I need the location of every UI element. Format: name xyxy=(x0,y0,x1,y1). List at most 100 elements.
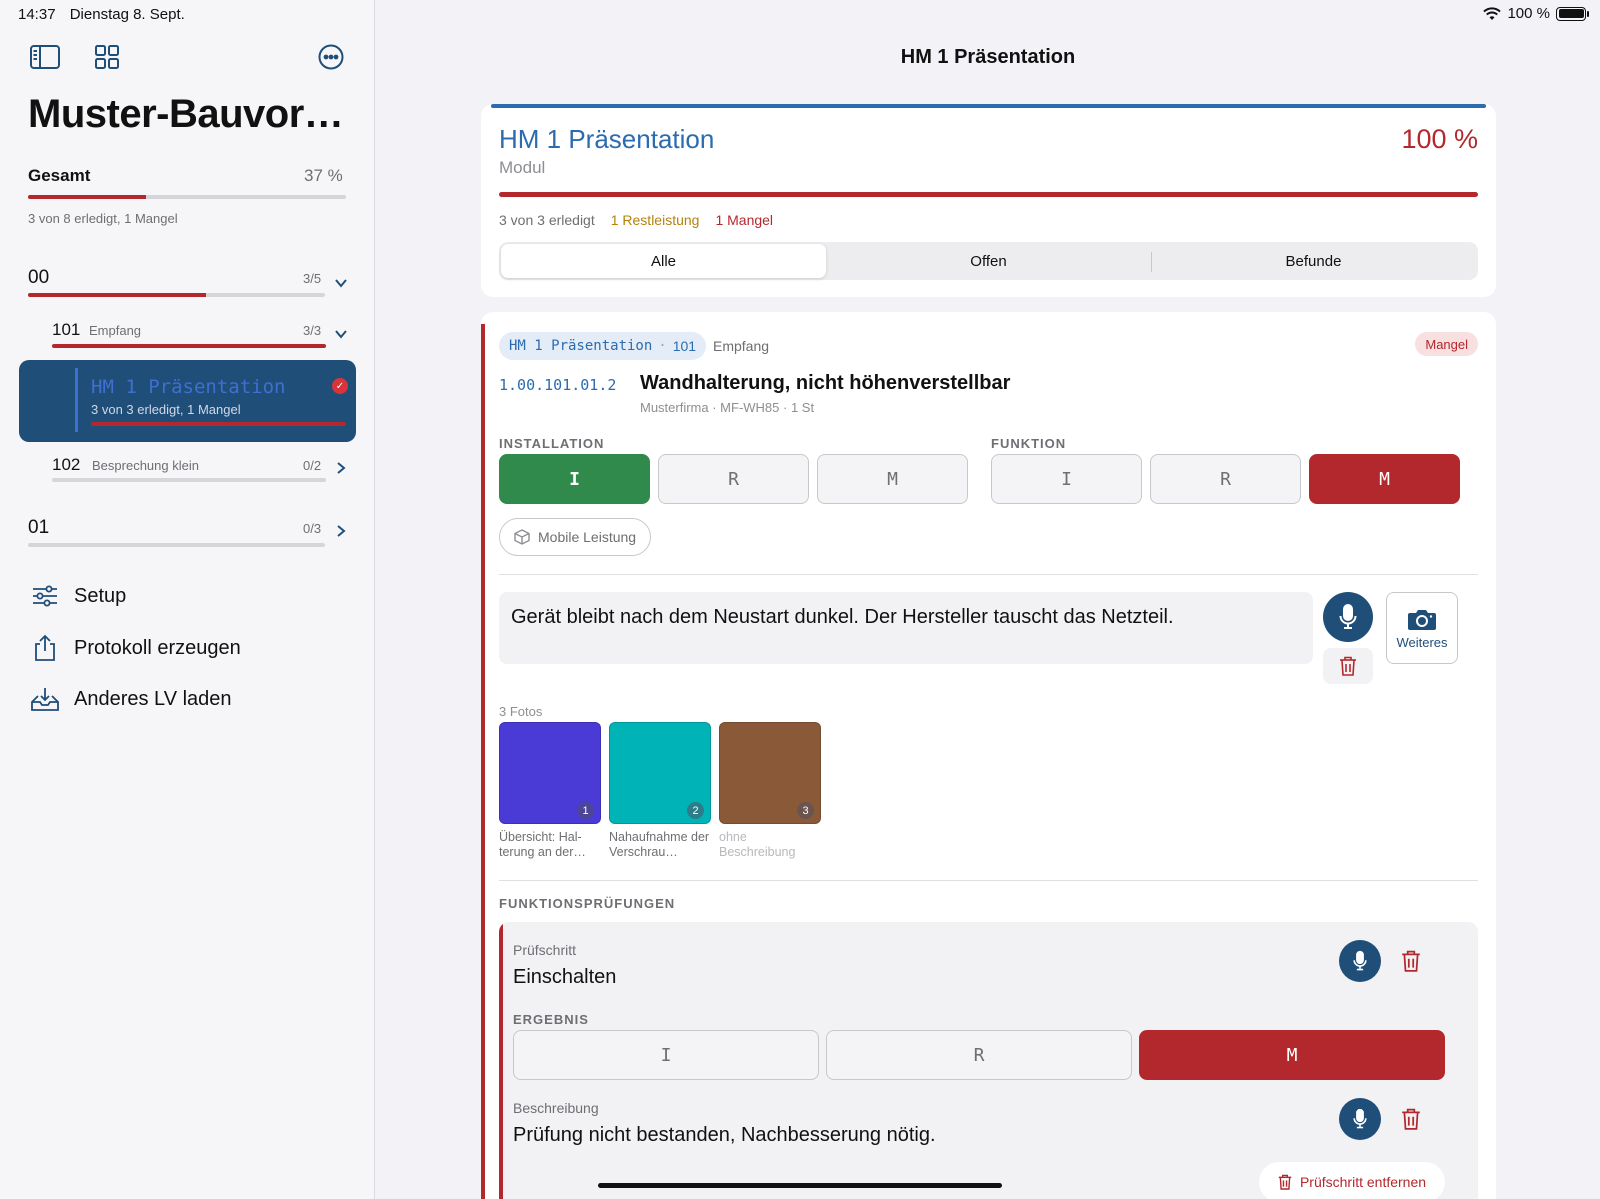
installation-label: INSTALLATION xyxy=(499,436,605,451)
home-indicator[interactable] xyxy=(598,1183,1002,1188)
stat-rest: 1 Restleistung xyxy=(610,212,700,228)
microphone-icon xyxy=(1339,604,1357,629)
breadcrumb-pill[interactable]: HM 1 Präsentation · 101 xyxy=(499,332,707,360)
active-item-name: HM 1 Präsentation xyxy=(91,376,286,398)
more-media-label: Weiteres xyxy=(1396,634,1448,650)
chevron-down-icon[interactable] xyxy=(334,276,348,290)
grid-icon[interactable] xyxy=(92,44,122,70)
step-label: Prüfschritt xyxy=(513,942,577,958)
cube-icon xyxy=(514,529,530,545)
battery-icon xyxy=(1556,6,1589,21)
step-value[interactable]: Einschalten xyxy=(513,966,616,989)
funktion-m-button[interactable]: M xyxy=(1309,454,1460,504)
stat-defects: 1 Mangel xyxy=(715,212,774,228)
tray-download-icon xyxy=(30,685,60,713)
sidebar: 14:37 Dienstag 8. Sept. Muster-Bauvor… G… xyxy=(0,0,375,1199)
subgroup-102-code[interactable]: 102 xyxy=(52,455,80,475)
description-label: Beschreibung xyxy=(513,1100,599,1116)
segment-findings[interactable]: Befunde xyxy=(1151,244,1476,278)
menu-setup[interactable]: Setup xyxy=(30,580,126,612)
module-summary-card: HM 1 Präsentation Modul 100 % 3 von 3 er… xyxy=(481,104,1496,297)
subgroup-102-name: Besprechung klein xyxy=(92,458,199,473)
pill-code: 101 xyxy=(672,338,697,354)
more-options-icon[interactable] xyxy=(316,44,346,70)
segment-all[interactable]: Alle xyxy=(501,244,826,278)
module-progress xyxy=(499,192,1478,197)
mobile-service-label: Mobile Leistung xyxy=(538,529,637,545)
result-m-button[interactable]: M xyxy=(1139,1030,1445,1080)
dictate-description-button[interactable] xyxy=(1339,1098,1381,1140)
sidebar-item-active[interactable]: HM 1 Präsentation ✓ 3 von 3 erledigt, 1 … xyxy=(19,360,356,442)
segment-open[interactable]: Offen xyxy=(826,244,1151,278)
subgroup-102-progress xyxy=(52,478,326,482)
funktion-r-button[interactable]: R xyxy=(1150,454,1301,504)
result-r-button[interactable]: R xyxy=(826,1030,1132,1080)
item-detail-card: HM 1 Präsentation · 101 Empfang Mangel 1… xyxy=(481,312,1496,1199)
status-date: Dienstag 8. Sept. xyxy=(69,6,185,23)
more-media-button[interactable]: Weiteres xyxy=(1386,592,1458,664)
photo-thumbnail[interactable]: 3 xyxy=(719,722,821,824)
chevron-right-icon[interactable] xyxy=(334,461,348,475)
chevron-right-icon[interactable] xyxy=(334,524,348,538)
group-00-code[interactable]: 00 xyxy=(28,267,49,289)
dictate-step-button[interactable] xyxy=(1339,940,1381,982)
photo-thumbnail[interactable]: 1 xyxy=(499,722,601,824)
description-value[interactable]: Prüfung nicht bestanden, Nachbesserung n… xyxy=(513,1124,936,1147)
battery-percent: 100 % xyxy=(1507,5,1550,22)
trash-icon[interactable] xyxy=(1401,1108,1421,1130)
item-code: 1.00.101.01.2 xyxy=(499,376,617,394)
group-01-count: 0/3 xyxy=(303,521,322,536)
status-time: 14:37 xyxy=(18,6,56,23)
overall-label: Gesamt xyxy=(28,166,91,185)
filter-segmented-control: Alle Offen Befunde xyxy=(499,242,1478,280)
share-icon xyxy=(30,634,60,662)
module-kind: Modul xyxy=(499,158,546,177)
wifi-icon xyxy=(1483,6,1502,20)
photos-count: 3 Fotos xyxy=(499,704,543,719)
menu-load-other[interactable]: Anderes LV laden xyxy=(30,683,232,715)
sidebar-toggle-icon[interactable] xyxy=(30,44,60,70)
subgroup-101-progress xyxy=(52,344,326,348)
menu-setup-label: Setup xyxy=(74,584,127,607)
result-i-button[interactable]: I xyxy=(513,1030,819,1080)
subgroup-102-count: 0/2 xyxy=(303,458,322,473)
group-01-code[interactable]: 01 xyxy=(28,517,49,539)
main-content: HM 1 Präsentation HM 1 Präsentation Modu… xyxy=(376,0,1600,1199)
group-01-progress xyxy=(28,543,325,547)
subgroup-101-code[interactable]: 101 xyxy=(52,320,80,340)
overall-percent: 37 % xyxy=(304,166,343,185)
result-label: ERGEBNIS xyxy=(513,1012,589,1027)
photo-caption: Nahaufnahme der Verschrau… xyxy=(609,830,710,859)
project-title: Muster-Bauvor… xyxy=(28,92,344,136)
installation-i-button[interactable]: I xyxy=(499,454,650,504)
item-title: Wandhalterung, nicht höhenverstellbar xyxy=(640,372,1011,394)
funktion-i-button[interactable]: I xyxy=(991,454,1142,504)
installation-m-button[interactable]: M xyxy=(817,454,968,504)
status-bar-left: 14:37 Dienstag 8. Sept. xyxy=(18,6,185,23)
menu-generate-protocol-label: Protokoll erzeugen xyxy=(74,636,241,659)
module-title: HM 1 Präsentation xyxy=(499,124,715,154)
installation-r-button[interactable]: R xyxy=(658,454,809,504)
checks-label: FUNKTIONSPRÜFUNGEN xyxy=(499,896,676,911)
overall-progress xyxy=(28,195,346,199)
chevron-down-icon[interactable] xyxy=(334,327,348,341)
mobile-service-chip[interactable]: Mobile Leistung xyxy=(499,518,652,556)
group-00-progress xyxy=(28,293,325,297)
module-stats: 3 von 3 erledigt 1 Restleistung 1 Mangel xyxy=(499,212,773,228)
dictate-note-button[interactable] xyxy=(1323,592,1373,642)
remove-step-button[interactable]: Prüfschritt entfernen xyxy=(1259,1162,1445,1199)
subgroup-101-count: 3/3 xyxy=(303,323,322,338)
item-subtitle: Musterfirma · MF-WH85 · 1 St xyxy=(640,400,815,415)
remove-step-label: Prüfschritt entfernen xyxy=(1299,1174,1427,1190)
microphone-icon xyxy=(1353,950,1367,971)
microphone-icon xyxy=(1353,1108,1367,1129)
trash-icon[interactable] xyxy=(1401,950,1421,972)
photo-caption: ohne Beschreibung xyxy=(719,830,796,859)
menu-generate-protocol[interactable]: Protokoll erzeugen xyxy=(30,632,241,664)
photo-thumbnail[interactable]: 2 xyxy=(609,722,711,824)
check-step-card: Prüfschritt Einschalten ERGEBNIS I R M B… xyxy=(499,922,1478,1199)
nav-title: HM 1 Präsentation xyxy=(900,46,1076,68)
note-text[interactable]: Gerät bleibt nach dem Neustart dunkel. D… xyxy=(499,592,1313,664)
delete-note-button[interactable] xyxy=(1323,648,1373,684)
subgroup-101-name: Empfang xyxy=(89,323,142,338)
